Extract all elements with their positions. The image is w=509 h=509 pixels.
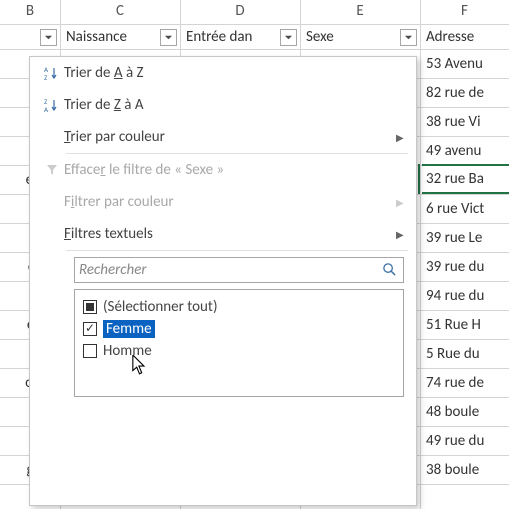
sort-az-icon: AZ (40, 65, 64, 81)
table-cell[interactable]: 38 boule (422, 455, 509, 484)
menu-sort-za[interactable]: ZA Trier de Z à A (30, 89, 416, 121)
check-select-all[interactable]: (Sélectionner tout) (83, 296, 395, 318)
table-cell[interactable]: 49 rue du (422, 426, 509, 455)
menu-sort-az[interactable]: AZ Trier de A à Z (30, 57, 416, 89)
table-cell[interactable]: 82 rue de (422, 78, 509, 107)
search-placeholder: Rechercher (79, 261, 147, 279)
checkbox-partial-icon (83, 300, 97, 314)
checkbox-checked-icon (83, 322, 97, 336)
col-header-D[interactable]: D (180, 0, 300, 24)
menu-label: Effacer le filtre de « Sexe » (64, 161, 416, 179)
header-adresse: Adresse (422, 24, 509, 49)
menu-label: Filtrer par couleur (64, 193, 396, 211)
menu-label: Trier de A à Z (64, 64, 416, 82)
table-cell[interactable]: 6 rue Vict (422, 194, 509, 223)
col-header-F[interactable]: F (420, 0, 509, 24)
active-cell-border (418, 164, 422, 194)
table-cell[interactable]: 32 rue Ba (422, 164, 509, 194)
table-cell[interactable]: 38 rue Vi (422, 107, 509, 136)
svg-text:Z: Z (44, 73, 48, 81)
filter-values-panel: (Sélectionner tout) Femme Homme (74, 289, 404, 397)
chevron-right-icon: ▶ (396, 131, 416, 144)
filter-button-D[interactable] (280, 29, 297, 46)
check-label: Homme (103, 342, 152, 360)
menu-filter-color: Filtrer par couleur ▶ (30, 186, 416, 218)
filter-button-C[interactable] (160, 29, 177, 46)
table-cell[interactable]: 53 Avenu (422, 49, 509, 78)
search-icon (382, 262, 397, 277)
table-cell[interactable]: 94 rue du (422, 281, 509, 310)
svg-text:A: A (44, 105, 49, 113)
check-label: Femme (103, 320, 155, 338)
menu-text-filters[interactable]: Filtres textuels ▶ (30, 218, 416, 250)
filter-search-input[interactable]: Rechercher (74, 257, 404, 283)
check-homme[interactable]: Homme (83, 340, 395, 362)
menu-label: Trier de Z à A (64, 96, 416, 114)
menu-sort-color[interactable]: Trier par couleur ▶ (30, 121, 416, 153)
col-header-B[interactable]: B (0, 0, 60, 24)
table-cell[interactable]: 74 rue de (422, 368, 509, 397)
menu-clear-filter: Effacer le filtre de « Sexe » (30, 154, 416, 186)
check-label: (Sélectionner tout) (103, 298, 218, 316)
table-cell[interactable]: 39 rue Le (422, 223, 509, 252)
col-header-C[interactable]: C (60, 0, 180, 24)
table-cell[interactable]: 48 boule (422, 397, 509, 426)
table-cell[interactable]: 49 avenu (422, 136, 509, 165)
table-cell[interactable]: 51 Rue H (422, 310, 509, 339)
checkbox-empty-icon (83, 344, 97, 358)
menu-label: Filtres textuels (64, 225, 396, 243)
table-cell[interactable]: 39 rue du (422, 252, 509, 281)
filter-button-E[interactable] (400, 29, 417, 46)
clear-filter-icon (40, 163, 64, 177)
sort-za-icon: ZA (40, 97, 64, 113)
menu-label: Trier par couleur (64, 128, 396, 146)
filter-button-B[interactable] (40, 29, 57, 46)
filter-dropdown-menu: AZ Trier de A à Z ZA Trier de Z à A Trie… (29, 56, 417, 506)
check-femme[interactable]: Femme (83, 318, 395, 340)
table-cell[interactable]: 5 Rue du (422, 339, 509, 368)
chevron-right-icon: ▶ (396, 228, 416, 241)
chevron-right-icon: ▶ (396, 196, 416, 209)
col-header-E[interactable]: E (300, 0, 420, 24)
